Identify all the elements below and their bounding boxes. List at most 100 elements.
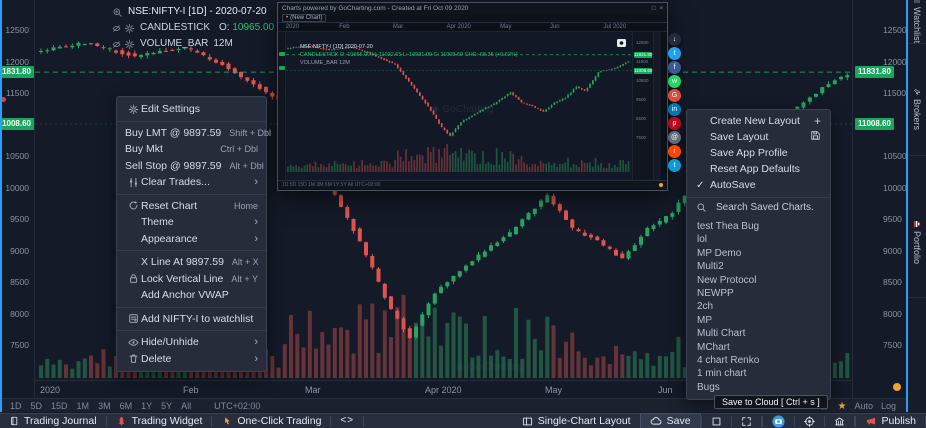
context-menu-section: Reset ChartHomeTheme›Appearance›	[117, 194, 266, 251]
context-menu-item[interactable]: Delete›	[117, 351, 266, 368]
camera-button[interactable]	[763, 414, 794, 428]
twitter-share-icon[interactable]: t	[668, 47, 681, 60]
snapshot-mini-toolbar-text: 1D 5D 15D 1M 3M 6M 1Y 5Y All UTC+02:00	[282, 182, 380, 188]
range-button-1d[interactable]: 1D	[10, 401, 22, 411]
context-menu-item-label: Buy Mkt	[125, 143, 212, 155]
plus-icon: +	[814, 114, 821, 128]
saved-chart-item[interactable]: lol	[687, 233, 830, 246]
saved-chart-item[interactable]: 1 min chart	[687, 367, 830, 380]
context-menu-item[interactable]: Hide/Unhide›	[117, 334, 266, 351]
connection-status-dot	[893, 383, 901, 391]
gear-icon[interactable]	[124, 39, 135, 50]
context-menu-item[interactable]: Theme›	[117, 214, 266, 231]
saved-chart-item[interactable]: Multi Chart	[687, 327, 830, 340]
range-button-3m[interactable]: 3M	[98, 401, 111, 411]
layout-menu-item[interactable]: Save App Profile	[687, 145, 830, 161]
context-menu-item[interactable]: Lock Vertical LineAlt + Y	[117, 271, 266, 288]
magnifier-icon[interactable]	[112, 7, 123, 18]
watchlist-add-icon	[125, 313, 141, 324]
saved-charts-search[interactable]	[687, 197, 830, 217]
list-icon	[913, 0, 921, 4]
button-label: Publish	[882, 415, 916, 427]
side-tab-portfolio[interactable]: Portfolio	[908, 216, 926, 298]
context-menu-item-label: Add Anchor VWAP	[141, 289, 258, 301]
saved-chart-item[interactable]: 4 chart Renko	[687, 354, 830, 367]
trading-journal-button[interactable]: Trading Journal	[0, 414, 106, 428]
layout-menu-item[interactable]: Create New Layout+	[687, 113, 830, 129]
right-price-axis[interactable]: 1250012000115001050010000950090008500800…	[852, 0, 906, 398]
context-menu-item[interactable]: Clear Trades...›	[117, 174, 266, 191]
saved-chart-item[interactable]: NEWPP	[687, 287, 830, 300]
saved-chart-item[interactable]: MP Demo	[687, 247, 830, 260]
layout-menu-item[interactable]: Save Layout	[687, 129, 830, 145]
range-button-6m[interactable]: 6M	[120, 401, 133, 411]
download-share-icon[interactable]: ↓	[668, 33, 681, 46]
context-menu-item-label: Theme	[141, 216, 246, 228]
range-button-all[interactable]: All	[181, 401, 191, 411]
saved-chart-item[interactable]: Bugs	[687, 381, 830, 394]
saved-chart-item[interactable]: Multi2	[687, 260, 830, 273]
context-menu-item[interactable]: X Line At 9897.59Alt + X	[117, 254, 266, 271]
time-axis-label: Mar	[305, 385, 321, 395]
pinterest-share-icon[interactable]: p	[668, 117, 681, 130]
range-button-1m[interactable]: 1M	[77, 401, 90, 411]
timezone-label[interactable]: UTC+02:00	[214, 401, 260, 411]
range-button-5y[interactable]: 5Y	[161, 401, 172, 411]
one-click-trading-button[interactable]: One-Click Trading	[212, 414, 330, 428]
trading-widget-button[interactable]: Trading Widget	[107, 414, 212, 428]
context-menu-item[interactable]: Sell Stop @ 9897.59Alt + Dbl	[117, 158, 266, 175]
saved-chart-item[interactable]: test Thea Bug	[687, 220, 830, 233]
context-menu-item[interactable]: Add NIFTY-I to watchlist	[117, 311, 266, 328]
price-tick: 11500	[6, 88, 29, 98]
range-button-1y[interactable]: 1Y	[141, 401, 152, 411]
reddit-share-icon[interactable]: r	[668, 145, 681, 158]
telegram-share-icon[interactable]: t	[668, 159, 681, 172]
facebook-share-icon[interactable]: f	[668, 61, 681, 74]
context-menu-item[interactable]: Buy LMT @ 9897.59Shift + Dbl	[117, 125, 266, 142]
chart-snapshot-popup: Charts powered by GoCharting.com - Creat…	[277, 2, 668, 191]
code-button[interactable]: <>	[331, 414, 363, 428]
context-menu-item[interactable]: Buy MktCtrl + Dbl	[117, 141, 266, 158]
saved-chart-item[interactable]: New Protocol	[687, 274, 830, 287]
eye-slash-icon[interactable]	[112, 40, 121, 49]
linkedin-share-icon[interactable]: in	[668, 103, 681, 116]
close-icon[interactable]: ×	[659, 6, 663, 12]
gear-icon[interactable]	[124, 23, 135, 34]
target-button[interactable]	[795, 414, 824, 428]
price-tick: 10000	[5, 183, 29, 193]
side-tab-label: Brokers	[912, 99, 922, 130]
layout-menu-item[interactable]: ✓AutoSave	[687, 177, 830, 193]
side-tab-brokers[interactable]: Brokers	[908, 84, 926, 156]
saved-chart-item[interactable]: MChart	[687, 341, 830, 354]
snapshot-month-label: May	[500, 24, 511, 30]
email-share-icon[interactable]: @	[668, 131, 681, 144]
eye-slash-icon[interactable]	[112, 24, 121, 33]
whatsapp-share-icon[interactable]: w	[668, 75, 681, 88]
context-menu-item[interactable]: Add Anchor VWAP	[117, 287, 266, 304]
range-button-15d[interactable]: 15D	[51, 401, 68, 411]
range-button-5d[interactable]: 5D	[31, 401, 43, 411]
snapshot-chart-tab[interactable]: • (New Chart)	[282, 14, 326, 22]
layout-icon	[522, 416, 533, 427]
save-button[interactable]: Save	[641, 414, 700, 428]
auto-scale-toggle[interactable]: Auto	[854, 401, 873, 411]
saved-chart-item[interactable]: MP	[687, 314, 830, 327]
square-button[interactable]	[702, 414, 731, 428]
left-price-axis[interactable]: 1250012000115001050010000950090008500800…	[0, 0, 35, 398]
context-menu-item[interactable]: Reset ChartHome	[117, 198, 266, 215]
googleplus-share-icon[interactable]: G	[668, 89, 681, 102]
context-menu-item[interactable]: Edit Settings	[117, 101, 266, 118]
saved-chart-item[interactable]: 2ch	[687, 300, 830, 313]
log-scale-toggle[interactable]: Log	[881, 401, 896, 411]
publish-button[interactable]: Publish	[856, 414, 925, 428]
layout-menu-item[interactable]: Reset App Defaults	[687, 161, 830, 177]
resize-icon[interactable]: □	[652, 6, 656, 12]
snapshot-month-label: Jun	[550, 24, 560, 30]
context-menu-item[interactable]: Appearance›	[117, 231, 266, 248]
search-saved-charts-input[interactable]	[714, 201, 824, 214]
bank-button[interactable]	[825, 414, 854, 428]
side-tab-watchlist[interactable]: Watchlist	[908, 0, 926, 44]
star-icon[interactable]: ★	[837, 401, 846, 412]
single-chart-layout-button[interactable]: Single-Chart Layout	[513, 414, 640, 428]
expand-button[interactable]	[732, 414, 761, 428]
